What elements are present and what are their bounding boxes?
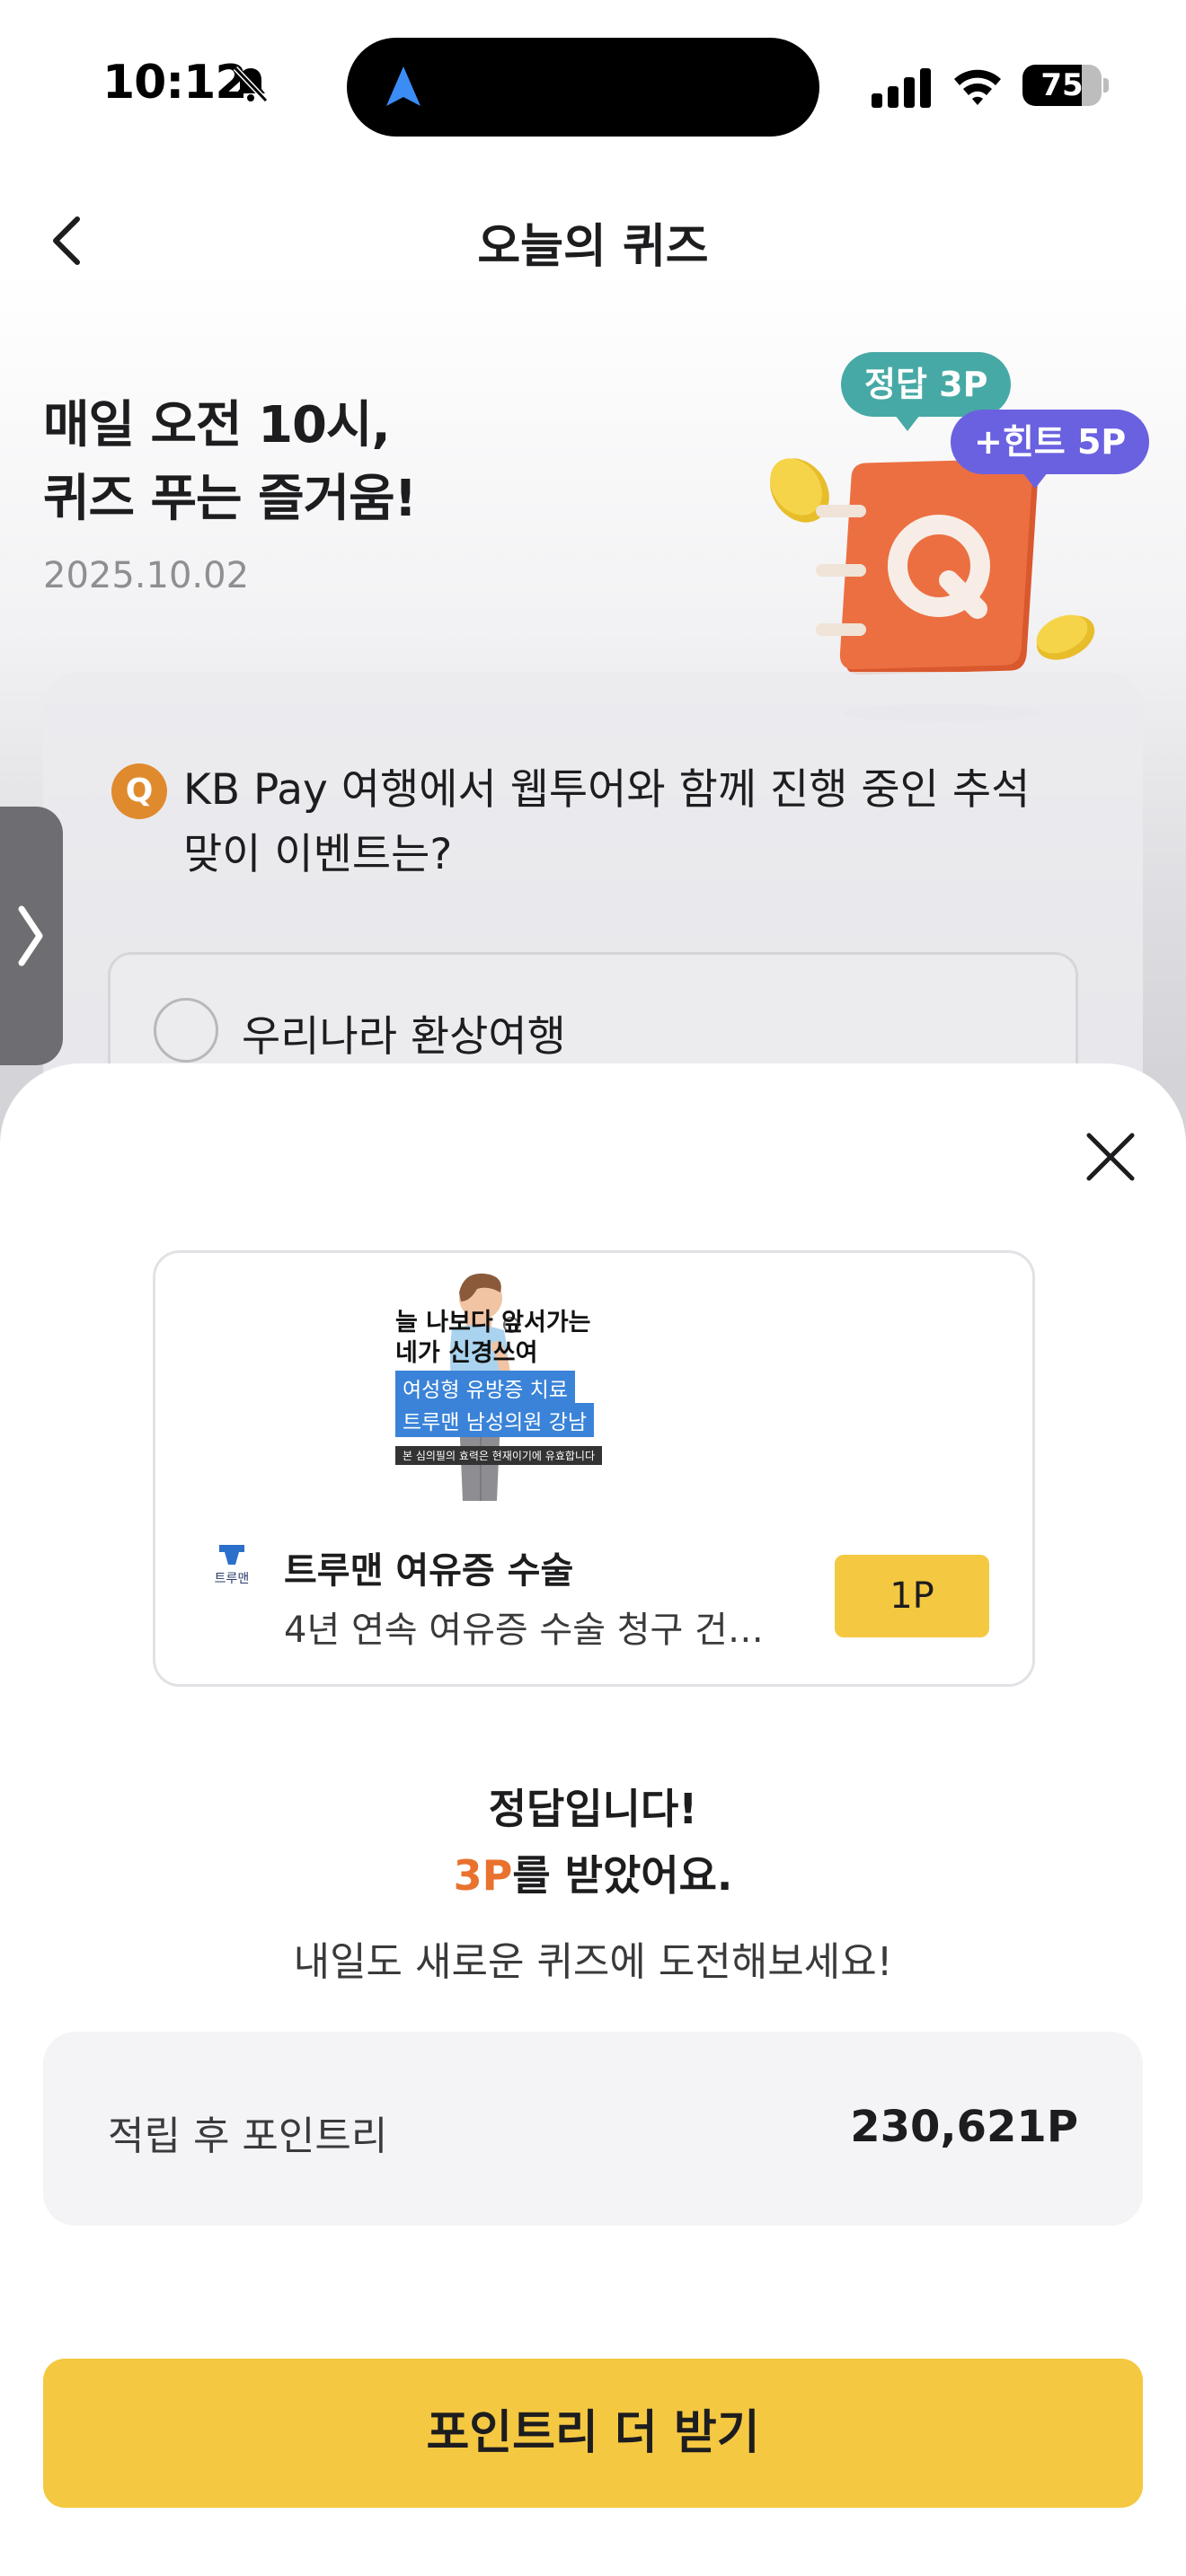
result-points-message: 3P를 받았어요. xyxy=(0,1843,1186,1902)
quiz-screen: 10:12 75 오늘의 퀴즈 매일 오전 10시, 퀴즈 푸는 즐거움! 20… xyxy=(0,0,1186,2576)
cellular-signal-icon xyxy=(872,68,931,108)
ad-image-tag-1: 여성형 유방증 치료 xyxy=(395,1371,575,1405)
status-time: 10:12 xyxy=(102,56,248,110)
close-icon[interactable] xyxy=(1078,1125,1143,1189)
option-label: 우리나라 환상여행 xyxy=(242,1012,566,1062)
get-more-points-button[interactable]: 포인트리 더 받기 xyxy=(43,2359,1143,2508)
ad-brand-title: 트루맨 여유증 수술 xyxy=(284,1550,574,1592)
battery-indicator: 75 xyxy=(1022,65,1109,106)
status-bar: 10:12 75 xyxy=(0,0,1186,162)
hero-headline-line1: 매일 오전 10시, xyxy=(43,396,391,454)
point-balance-box: 적립 후 포인트리 230,621P xyxy=(43,2032,1143,2226)
chevron-right-icon xyxy=(18,905,43,966)
hero-headline-line2: 퀴즈 푸는 즐거움! xyxy=(43,470,417,528)
ad-image-disclaimer: 본 심의필의 효력은 현재이기에 유효합니다 xyxy=(395,1446,602,1465)
advertiser-logo-text: 트루맨 xyxy=(215,1572,250,1586)
page-title: 오늘의 퀴즈 xyxy=(477,220,709,274)
ad-image-headline-2: 네가 신경쓰여 xyxy=(395,1339,538,1367)
advertiser-logo: 트루맨 xyxy=(215,1545,250,1586)
ad-image-tag-2: 트루맨 남성의원 강남 xyxy=(395,1403,595,1437)
option-radio-button[interactable] xyxy=(154,998,218,1063)
answer-points-bubble: 정답 3P xyxy=(841,352,1012,431)
side-panel-handle[interactable] xyxy=(0,807,63,1065)
dynamic-island xyxy=(347,38,819,137)
battery-percent: 75 xyxy=(1040,67,1084,103)
result-subtitle: 내일도 새로운 퀴즈에 도전해보세요! xyxy=(293,1939,893,1985)
quiz-question: KB Pay 여행에서 웹투어와 함께 진행 중인 추석 맞이 이벤트는? xyxy=(183,765,1031,879)
wifi-icon xyxy=(954,69,1001,105)
bell-muted-icon xyxy=(233,66,269,103)
ad-point-button[interactable]: 1P xyxy=(835,1555,989,1637)
question-badge: Q xyxy=(111,763,167,819)
quiz-date: 2025.10.02 xyxy=(43,555,250,596)
hint-points-bubble: +힌트 5P xyxy=(951,410,1150,489)
balance-value: 230,621P xyxy=(850,2102,1078,2152)
ad-brand-description: 4년 연속 여유증 수술 청구 건수 1위 트루맨 남성의원 xyxy=(284,1610,787,1651)
earned-points-suffix: 를 받았어요. xyxy=(512,1851,733,1900)
earned-points: 3P xyxy=(453,1851,513,1900)
result-title: 정답입니다! xyxy=(488,1785,698,1833)
navigation-arrow-icon xyxy=(386,66,420,106)
balance-label: 적립 후 포인트리 xyxy=(108,2113,388,2159)
